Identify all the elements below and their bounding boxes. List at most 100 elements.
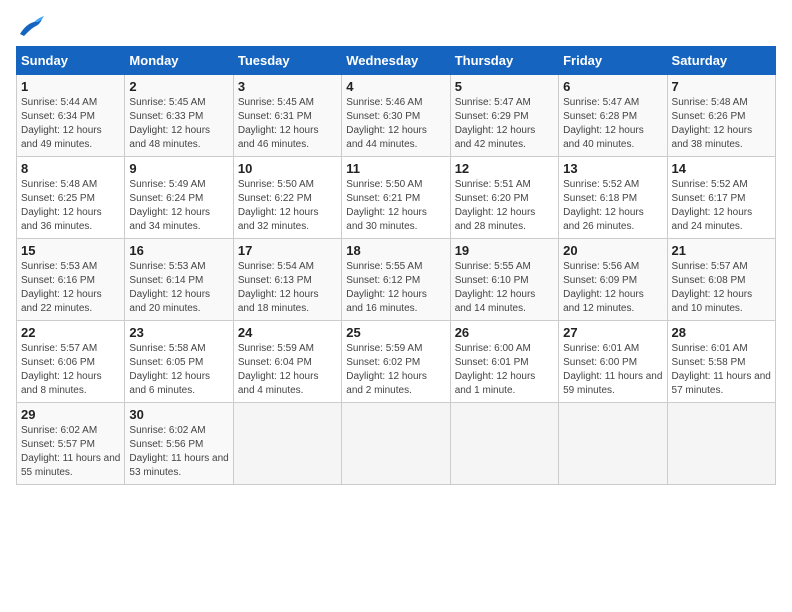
day-info: Sunrise: 5:46 AMSunset: 6:30 PMDaylight:… (346, 97, 427, 150)
header-cell-thursday: Thursday (450, 47, 558, 75)
day-number: 25 (346, 325, 445, 340)
day-info: Sunrise: 5:52 AMSunset: 6:18 PMDaylight:… (563, 179, 644, 232)
day-cell (667, 403, 775, 485)
day-number: 27 (563, 325, 662, 340)
day-cell: 24 Sunrise: 5:59 AMSunset: 6:04 PMDayligh… (233, 321, 341, 403)
page-header (16, 16, 776, 38)
day-info: Sunrise: 5:53 AMSunset: 6:16 PMDaylight:… (21, 261, 102, 314)
day-number: 8 (21, 161, 120, 176)
day-cell: 22Sunrise: 5:57 AMSunset: 6:06 PMDayligh… (17, 321, 125, 403)
day-number: 12 (455, 161, 554, 176)
day-cell: 27 Sunrise: 6:01 AMSunset: 6:00 PMDayligh… (559, 321, 667, 403)
day-cell: 16 Sunrise: 5:53 AMSunset: 6:14 PMDayligh… (125, 239, 233, 321)
day-cell: 17 Sunrise: 5:54 AMSunset: 6:13 PMDayligh… (233, 239, 341, 321)
day-number: 26 (455, 325, 554, 340)
day-cell: 18Sunrise: 5:55 AMSunset: 6:12 PMDayligh… (342, 239, 450, 321)
day-info: Sunrise: 5:52 AMSunset: 6:17 PMDaylight:… (672, 179, 753, 232)
day-number: 16 (129, 243, 228, 258)
week-row-4: 22Sunrise: 5:57 AMSunset: 6:06 PMDayligh… (17, 321, 776, 403)
day-cell (559, 403, 667, 485)
day-cell: 6 Sunrise: 5:47 AMSunset: 6:28 PMDaylight… (559, 75, 667, 157)
day-number: 20 (563, 243, 662, 258)
day-info: Sunrise: 5:58 AMSunset: 6:05 PMDaylight:… (129, 343, 210, 396)
day-cell: 30Sunrise: 6:02 AMSunset: 5:56 PMDayligh… (125, 403, 233, 485)
day-cell: 10Sunrise: 5:50 AMSunset: 6:22 PMDayligh… (233, 157, 341, 239)
day-number: 14 (672, 161, 771, 176)
day-info: Sunrise: 5:55 AMSunset: 6:12 PMDaylight:… (346, 261, 427, 314)
day-info: Sunrise: 5:45 AMSunset: 6:31 PMDaylight:… (238, 97, 319, 150)
calendar-header: SundayMondayTuesdayWednesdayThursdayFrid… (17, 47, 776, 75)
day-info: Sunrise: 5:47 AMSunset: 6:29 PMDaylight:… (455, 97, 536, 150)
day-info: Sunrise: 5:51 AMSunset: 6:20 PMDaylight:… (455, 179, 536, 232)
day-cell: 29 Sunrise: 6:02 AMSunset: 5:57 PMDayligh… (17, 403, 125, 485)
day-number: 24 (238, 325, 337, 340)
day-number: 30 (129, 407, 228, 422)
header-row: SundayMondayTuesdayWednesdayThursdayFrid… (17, 47, 776, 75)
day-number: 17 (238, 243, 337, 258)
day-number: 19 (455, 243, 554, 258)
day-number: 21 (672, 243, 771, 258)
day-cell: 21 Sunrise: 5:57 AMSunset: 6:08 PMDayligh… (667, 239, 775, 321)
header-cell-friday: Friday (559, 47, 667, 75)
day-cell: 26 Sunrise: 6:00 AMSunset: 6:01 PMDayligh… (450, 321, 558, 403)
day-number: 5 (455, 79, 554, 94)
day-cell: 3 Sunrise: 5:45 AMSunset: 6:31 PMDaylight… (233, 75, 341, 157)
day-info: Sunrise: 5:48 AMSunset: 6:25 PMDaylight:… (21, 179, 102, 232)
day-cell: 9Sunrise: 5:49 AMSunset: 6:24 PMDaylight… (125, 157, 233, 239)
header-cell-sunday: Sunday (17, 47, 125, 75)
day-cell (233, 403, 341, 485)
day-cell: 11 Sunrise: 5:50 AMSunset: 6:21 PMDayligh… (342, 157, 450, 239)
day-info: Sunrise: 6:00 AMSunset: 6:01 PMDaylight:… (455, 343, 536, 396)
day-number: 1 (21, 79, 120, 94)
day-info: Sunrise: 5:54 AMSunset: 6:13 PMDaylight:… (238, 261, 319, 314)
day-number: 15 (21, 243, 120, 258)
logo-icon (16, 16, 44, 38)
day-cell: 13 Sunrise: 5:52 AMSunset: 6:18 PMDayligh… (559, 157, 667, 239)
day-cell: 15 Sunrise: 5:53 AMSunset: 6:16 PMDayligh… (17, 239, 125, 321)
day-cell: 25 Sunrise: 5:59 AMSunset: 6:02 PMDayligh… (342, 321, 450, 403)
day-cell: 7 Sunrise: 5:48 AMSunset: 6:26 PMDaylight… (667, 75, 775, 157)
day-cell: 5 Sunrise: 5:47 AMSunset: 6:29 PMDaylight… (450, 75, 558, 157)
day-cell (342, 403, 450, 485)
day-number: 7 (672, 79, 771, 94)
header-cell-wednesday: Wednesday (342, 47, 450, 75)
day-number: 6 (563, 79, 662, 94)
day-number: 11 (346, 161, 445, 176)
calendar-table: SundayMondayTuesdayWednesdayThursdayFrid… (16, 46, 776, 485)
day-number: 4 (346, 79, 445, 94)
day-cell: 23 Sunrise: 5:58 AMSunset: 6:05 PMDayligh… (125, 321, 233, 403)
header-cell-monday: Monday (125, 47, 233, 75)
calendar-body: 1 Sunrise: 5:44 AMSunset: 6:34 PMDaylight… (17, 75, 776, 485)
week-row-1: 1 Sunrise: 5:44 AMSunset: 6:34 PMDaylight… (17, 75, 776, 157)
day-number: 2 (129, 79, 228, 94)
day-info: Sunrise: 5:47 AMSunset: 6:28 PMDaylight:… (563, 97, 644, 150)
day-info: Sunrise: 5:44 AMSunset: 6:34 PMDaylight:… (21, 97, 102, 150)
day-info: Sunrise: 5:45 AMSunset: 6:33 PMDaylight:… (129, 97, 210, 150)
day-number: 29 (21, 407, 120, 422)
logo (16, 16, 48, 38)
header-cell-tuesday: Tuesday (233, 47, 341, 75)
day-info: Sunrise: 5:59 AMSunset: 6:02 PMDaylight:… (346, 343, 427, 396)
day-info: Sunrise: 6:01 AMSunset: 5:58 PMDaylight:… (672, 343, 771, 396)
day-info: Sunrise: 5:59 AMSunset: 6:04 PMDaylight:… (238, 343, 319, 396)
day-number: 13 (563, 161, 662, 176)
week-row-3: 15 Sunrise: 5:53 AMSunset: 6:16 PMDayligh… (17, 239, 776, 321)
header-cell-saturday: Saturday (667, 47, 775, 75)
week-row-5: 29 Sunrise: 6:02 AMSunset: 5:57 PMDayligh… (17, 403, 776, 485)
day-info: Sunrise: 5:48 AMSunset: 6:26 PMDaylight:… (672, 97, 753, 150)
day-info: Sunrise: 6:02 AMSunset: 5:57 PMDaylight:… (21, 425, 120, 478)
day-info: Sunrise: 5:57 AMSunset: 6:08 PMDaylight:… (672, 261, 753, 314)
day-cell: 1 Sunrise: 5:44 AMSunset: 6:34 PMDaylight… (17, 75, 125, 157)
day-info: Sunrise: 5:53 AMSunset: 6:14 PMDaylight:… (129, 261, 210, 314)
day-cell: 28Sunrise: 6:01 AMSunset: 5:58 PMDayligh… (667, 321, 775, 403)
day-number: 10 (238, 161, 337, 176)
day-cell: 4 Sunrise: 5:46 AMSunset: 6:30 PMDaylight… (342, 75, 450, 157)
day-info: Sunrise: 6:01 AMSunset: 6:00 PMDaylight:… (563, 343, 662, 396)
day-number: 3 (238, 79, 337, 94)
day-info: Sunrise: 5:50 AMSunset: 6:21 PMDaylight:… (346, 179, 427, 232)
day-number: 23 (129, 325, 228, 340)
day-cell: 20Sunrise: 5:56 AMSunset: 6:09 PMDayligh… (559, 239, 667, 321)
day-info: Sunrise: 5:49 AMSunset: 6:24 PMDaylight:… (129, 179, 210, 232)
week-row-2: 8 Sunrise: 5:48 AMSunset: 6:25 PMDaylight… (17, 157, 776, 239)
day-cell (450, 403, 558, 485)
